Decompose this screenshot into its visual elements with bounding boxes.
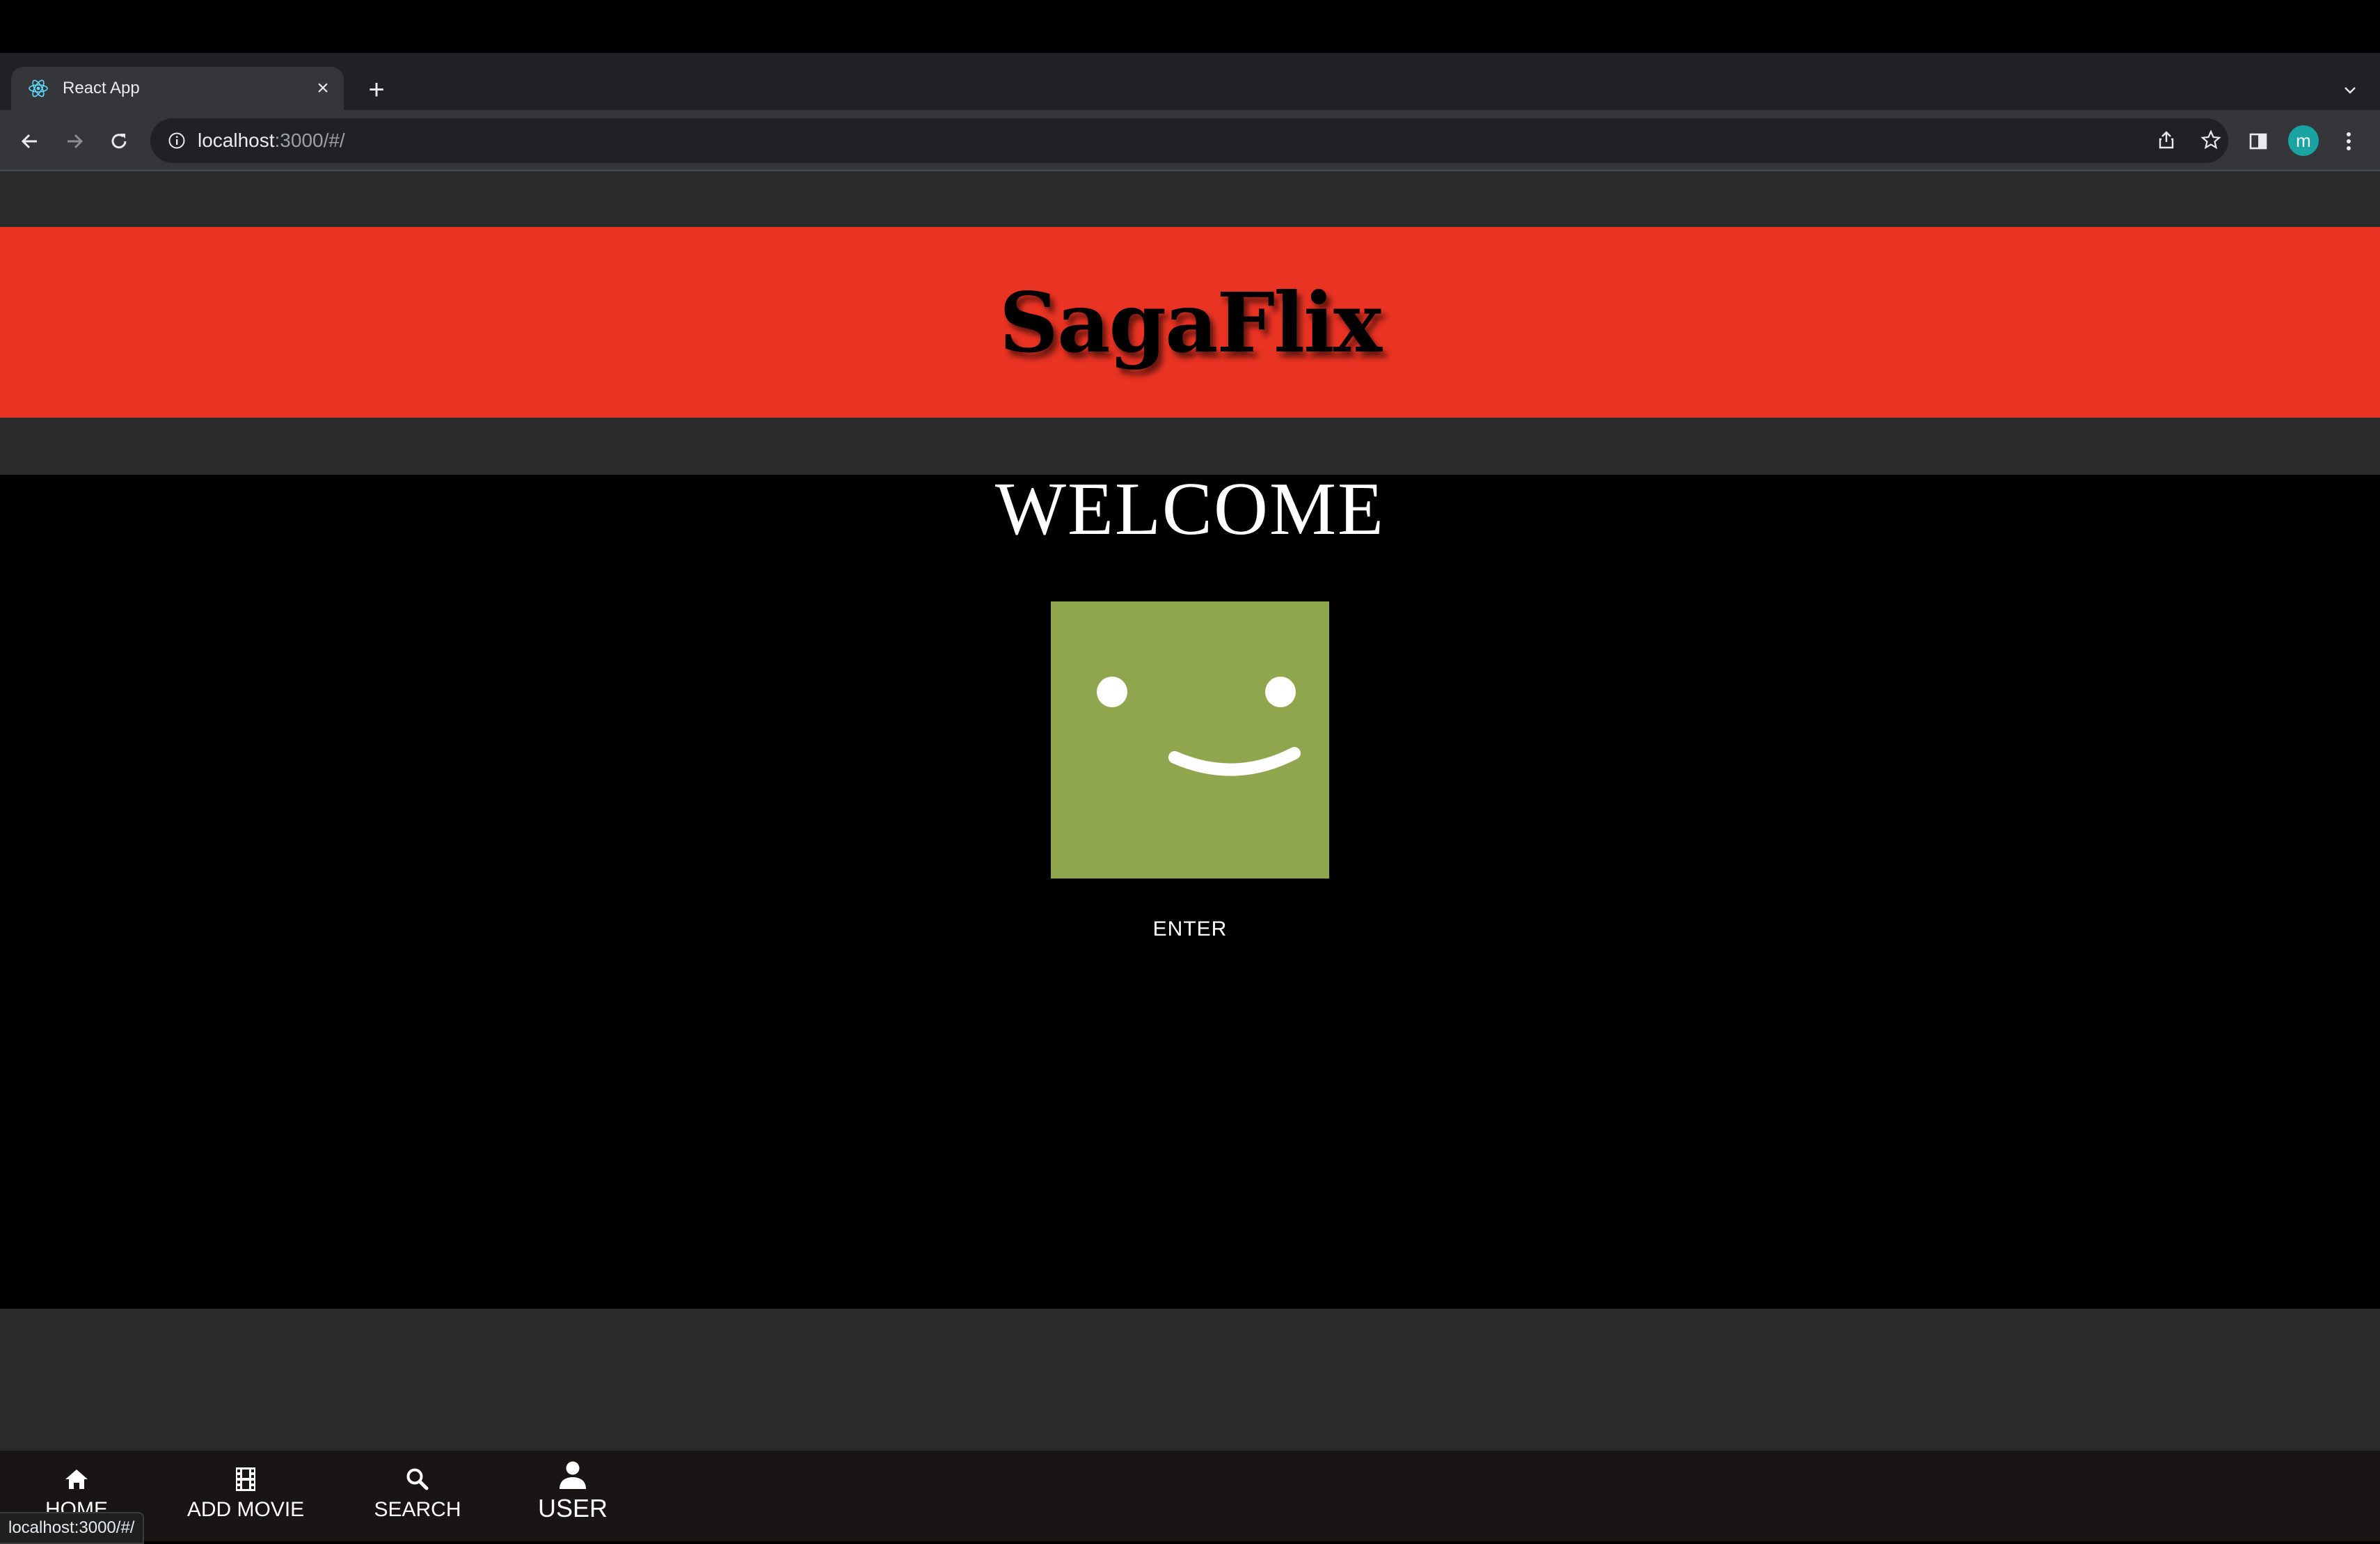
bottom-navigation	[0, 1451, 2380, 1541]
home-icon	[59, 1462, 94, 1497]
profile-avatar[interactable]: m	[2288, 125, 2319, 156]
new-tab-icon[interactable]: +	[359, 72, 394, 107]
welcome-heading: WELCOME	[995, 468, 1385, 551]
smiley-avatar-image[interactable]	[1051, 601, 1329, 879]
search-icon	[400, 1462, 435, 1497]
url-path: :3000/#/	[274, 129, 345, 151]
tab-search-chevron-icon[interactable]	[2333, 72, 2367, 107]
brand-logo-text: SagaFlix	[999, 274, 1382, 371]
nav-search[interactable]: SEARCH	[362, 1462, 473, 1541]
share-icon[interactable]	[2149, 123, 2184, 157]
nav-add-movie[interactable]: ADD MOVIE	[181, 1462, 310, 1541]
forward-icon[interactable]	[57, 124, 92, 159]
address-bar[interactable]: localhost:3000/#/	[150, 118, 2228, 163]
site-info-icon[interactable]	[166, 129, 188, 152]
top-spacer-band	[0, 171, 2380, 227]
enter-button[interactable]: ENTER	[1120, 905, 1260, 954]
tab-title: React App	[63, 79, 140, 97]
bottom-spacer-band	[0, 1309, 2380, 1451]
bookmark-star-icon[interactable]	[2193, 123, 2228, 157]
tab-close-icon[interactable]: ×	[308, 73, 338, 104]
link-status-bubble: localhost:3000/#/	[0, 1512, 145, 1544]
nav-user-label: USER	[537, 1494, 608, 1522]
browser-tab[interactable]: React App ×	[11, 67, 344, 110]
back-icon[interactable]	[13, 124, 47, 159]
more-menu-icon[interactable]	[2331, 124, 2366, 159]
smiley-face-icon	[1097, 677, 1301, 776]
nav-search-label: SEARCH	[374, 1498, 461, 1521]
main-content	[0, 475, 2380, 1310]
nav-add-movie-label: ADD MOVIE	[187, 1498, 305, 1521]
nav-user[interactable]: USER	[515, 1458, 630, 1537]
tab-strip	[0, 53, 2380, 110]
url-host: localhost	[198, 129, 275, 151]
reload-icon[interactable]	[102, 124, 136, 159]
person-icon	[555, 1458, 590, 1492]
react-logo-icon	[26, 77, 50, 100]
side-panel-icon[interactable]	[2241, 124, 2276, 159]
window-top-bar	[0, 0, 2380, 53]
movie-icon	[228, 1462, 263, 1497]
